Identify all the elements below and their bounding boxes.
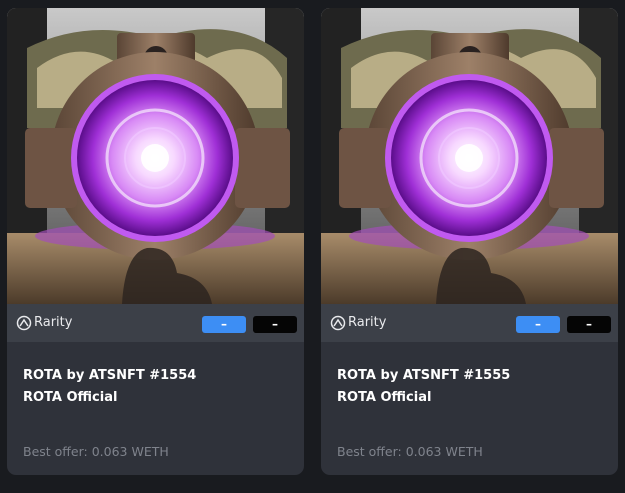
nft-card[interactable]: Rarity – – ROTA by ATSNFT #1554 ROTA Off… — [7, 8, 304, 475]
best-offer: Best offer: 0.063 WETH — [23, 444, 169, 459]
nft-name[interactable]: ROTA by ATSNFT #1554 — [23, 368, 196, 383]
nft-card[interactable]: Rarity – – ROTA by ATSNFT #1555 ROTA Off… — [321, 8, 618, 475]
portal-nft-artwork-icon — [7, 8, 304, 304]
nft-info: ROTA by ATSNFT #1554 ROTA Official Best … — [7, 342, 304, 475]
rarity-bar: Rarity – – — [7, 304, 304, 342]
rarity-gauge-icon — [330, 315, 346, 331]
rarity-rank-badge[interactable]: – — [202, 316, 246, 333]
best-offer: Best offer: 0.063 WETH — [337, 444, 483, 459]
rarity-bar: Rarity – – — [321, 304, 618, 342]
rarity-score-badge[interactable]: – — [567, 316, 611, 333]
collection-name[interactable]: ROTA Official — [23, 390, 117, 405]
rarity-score-badge[interactable]: – — [253, 316, 297, 333]
nft-info: ROTA by ATSNFT #1555 ROTA Official Best … — [321, 342, 618, 475]
rarity-gauge-icon — [16, 315, 32, 331]
rarity-label: Rarity — [34, 315, 73, 330]
rarity-label: Rarity — [348, 315, 387, 330]
rarity-rank-badge[interactable]: – — [516, 316, 560, 333]
nft-name[interactable]: ROTA by ATSNFT #1555 — [337, 368, 510, 383]
portal-nft-artwork-icon — [321, 8, 618, 304]
nft-image[interactable] — [321, 8, 618, 304]
nft-image[interactable] — [7, 8, 304, 304]
collection-name[interactable]: ROTA Official — [337, 390, 431, 405]
nft-card-grid: Rarity – – ROTA by ATSNFT #1554 ROTA Off… — [0, 0, 625, 493]
